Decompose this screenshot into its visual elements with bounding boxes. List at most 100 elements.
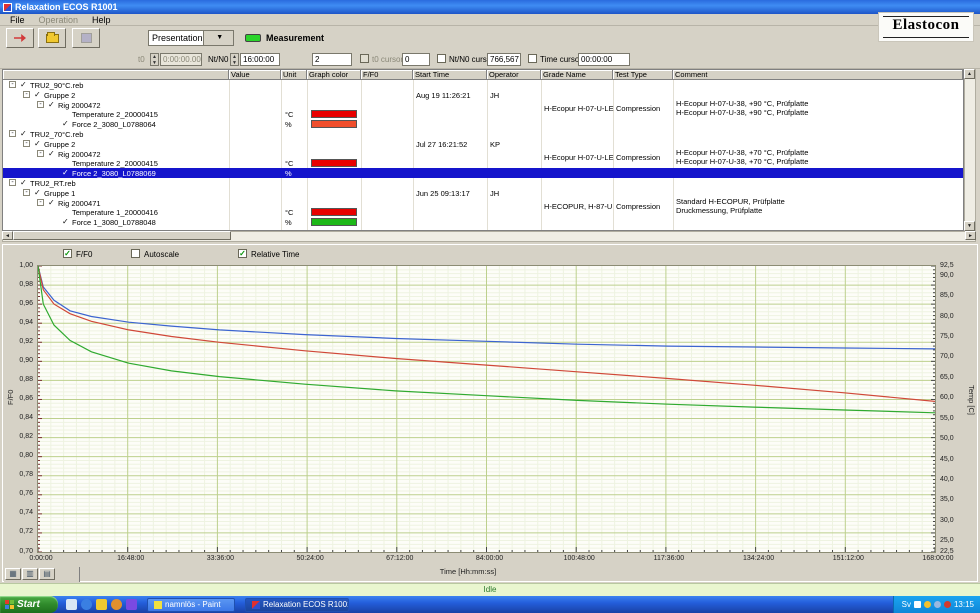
table-row[interactable]: ✓Force 2_3080_L0788064% — [3, 119, 963, 129]
table-row[interactable]: Temperature 2_20000415°C — [3, 158, 963, 168]
row-checkmark-icon[interactable]: ✓ — [34, 90, 41, 99]
row-checkmark-icon[interactable]: ✓ — [62, 119, 69, 128]
tree-expander-icon[interactable]: - — [9, 130, 16, 137]
row-checkmark-icon[interactable]: ✓ — [62, 217, 69, 226]
field-1[interactable]: 2 — [312, 53, 352, 66]
tree-expander-icon[interactable]: - — [9, 81, 16, 88]
open-button[interactable] — [38, 28, 66, 48]
time-cursor-checkbox[interactable] — [528, 54, 537, 63]
tree-expander-icon[interactable]: - — [37, 150, 44, 157]
row-checkmark-icon[interactable]: ✓ — [34, 139, 41, 148]
row-label[interactable]: TRU2_90°C.reb — [30, 80, 83, 90]
language-indicator[interactable]: Sv — [902, 600, 911, 609]
tray-blue-icon[interactable] — [934, 601, 941, 608]
row-label[interactable]: Gruppe 1 — [44, 188, 75, 198]
column-header-graph-color[interactable]: Graph color — [307, 70, 361, 80]
table-row[interactable]: -✓TRU2_90°C.reb — [3, 80, 963, 90]
table-vertical-scrollbar[interactable]: ▲ ▼ — [964, 69, 976, 231]
row-label[interactable]: Gruppe 2 — [44, 90, 75, 100]
row-label[interactable]: Rig 2000472 — [58, 149, 101, 159]
scroll-down-icon[interactable]: ▼ — [964, 221, 975, 231]
row-checkmark-icon[interactable]: ✓ — [20, 129, 27, 138]
table-row[interactable]: Temperature 1_20000416°C — [3, 207, 963, 217]
measurement-tree-table[interactable]: ValueUnitGraph colorF/F0Start TimeOperat… — [2, 69, 964, 231]
chart-option-checkbox-f-f0[interactable]: ✓ — [63, 249, 72, 258]
row-checkmark-icon[interactable]: ✓ — [48, 100, 55, 109]
row-label[interactable]: Rig 2000472 — [58, 100, 101, 110]
tray-yellow-icon[interactable] — [924, 601, 931, 608]
scroll-right-icon[interactable]: ► — [965, 231, 976, 240]
time-cursor-field[interactable]: 00:00:00 — [578, 53, 630, 66]
table-row[interactable]: -✓Rig 2000471H-ECOPUR, H-87-UCompression… — [3, 198, 963, 208]
column-header-test-type[interactable]: Test Type — [613, 70, 673, 80]
menu-file[interactable]: File — [4, 14, 31, 25]
tree-expander-icon[interactable]: - — [37, 199, 44, 206]
row-label[interactable]: Force 2_3080_L0788069 — [72, 168, 156, 178]
column-header-f-f0[interactable]: F/F0 — [361, 70, 413, 80]
row-checkmark-icon[interactable]: ✓ — [62, 168, 69, 177]
tree-expander-icon[interactable]: - — [23, 91, 30, 98]
column-header-unit[interactable]: Unit — [281, 70, 307, 80]
media-player-icon[interactable] — [111, 599, 122, 610]
table-row[interactable]: -✓Rig 2000472H-Ecopur H-07-U-LECompressi… — [3, 149, 963, 159]
task-button-relaxation[interactable]: Relaxation ECOS R1001 — [245, 598, 349, 612]
app-launcher-icon[interactable] — [126, 599, 137, 610]
ie-icon[interactable] — [81, 599, 92, 610]
table-row[interactable]: ✓Force 2_3080_L0788069% — [3, 168, 963, 178]
field-3[interactable]: 766,567 — [487, 53, 521, 66]
presentation-select[interactable]: Presentation ▼ — [148, 30, 234, 46]
row-label[interactable]: Gruppe 2 — [44, 139, 75, 149]
tree-expander-icon[interactable]: - — [37, 101, 44, 108]
volume-icon[interactable] — [914, 601, 921, 608]
table-view-button[interactable]: ▦ — [5, 568, 21, 580]
row-checkmark-icon[interactable]: ✓ — [20, 178, 27, 187]
table-horizontal-scrollbar[interactable]: ◄ ► — [2, 231, 976, 242]
column-header-tree[interactable] — [3, 70, 229, 80]
table-row[interactable]: -✓TRU2_RT.reb — [3, 178, 963, 188]
start-button[interactable]: Start — [0, 596, 58, 613]
connect-button[interactable] — [6, 28, 34, 48]
task-button-paint[interactable]: namnlös - Paint — [147, 598, 235, 612]
folder-icon[interactable] — [96, 599, 107, 610]
table-row[interactable]: Temperature 2_20000415°C — [3, 109, 963, 119]
tree-expander-icon[interactable]: - — [23, 140, 30, 147]
row-checkmark-icon[interactable]: ✓ — [34, 188, 41, 197]
menu-help[interactable]: Help — [86, 14, 117, 25]
column-header-grade-name[interactable]: Grade Name — [541, 70, 613, 80]
table-row[interactable]: -✓TRU2_70°C.reb — [3, 129, 963, 139]
scroll-up-icon[interactable]: ▲ — [964, 69, 975, 79]
table-row[interactable]: ✓Force 1_3080_L0788048% — [3, 217, 963, 227]
tray-red-icon[interactable] — [944, 601, 951, 608]
column-header-comment[interactable]: Comment — [673, 70, 963, 80]
field-2[interactable]: 0 — [402, 53, 430, 66]
split-view-button[interactable]: ▥ — [22, 568, 38, 580]
ntn0-spinner[interactable]: ▲▼ — [230, 53, 239, 66]
row-label[interactable]: Temperature 1_20000416 — [72, 207, 158, 217]
ntn0-cursor-checkbox[interactable] — [437, 54, 446, 63]
row-label[interactable]: Rig 2000471 — [58, 198, 101, 208]
table-row[interactable]: -✓Gruppe 2Jul 27 16:21:52KP — [3, 139, 963, 149]
row-checkmark-icon[interactable]: ✓ — [48, 198, 55, 207]
chart-option-checkbox-autoscale[interactable] — [131, 249, 140, 258]
row-checkmark-icon[interactable]: ✓ — [48, 149, 55, 158]
chevron-down-icon[interactable]: ▼ — [203, 31, 233, 45]
row-label[interactable]: TRU2_70°C.reb — [30, 129, 83, 139]
title-bar[interactable]: Relaxation ECOS R1001 — [0, 0, 980, 14]
row-checkmark-icon[interactable]: ✓ — [20, 80, 27, 89]
ntn0-field[interactable]: 16:00:00 — [240, 53, 280, 66]
tree-expander-icon[interactable]: - — [23, 189, 30, 196]
row-label[interactable]: Force 2_3080_L0788064 — [72, 119, 156, 129]
tree-expander-icon[interactable]: - — [9, 179, 16, 186]
row-label[interactable]: TRU2_RT.reb — [30, 178, 76, 188]
column-header-value[interactable]: Value — [229, 70, 281, 80]
chart-option-checkbox-relative-time[interactable]: ✓ — [238, 249, 247, 258]
hscroll-thumb[interactable] — [13, 231, 231, 240]
row-label[interactable]: Force 1_3080_L0788048 — [72, 217, 156, 227]
column-header-start-time[interactable]: Start Time — [413, 70, 487, 80]
column-header-operator[interactable]: Operator — [487, 70, 541, 80]
graph-view-button[interactable]: ▤ — [39, 568, 55, 580]
scroll-left-icon[interactable]: ◄ — [2, 231, 13, 240]
table-row[interactable]: -✓Rig 2000472H-Ecopur H-07-U-LECompressi… — [3, 100, 963, 110]
show-desktop-icon[interactable] — [66, 599, 77, 610]
row-label[interactable]: Temperature 2_20000415 — [72, 109, 158, 119]
